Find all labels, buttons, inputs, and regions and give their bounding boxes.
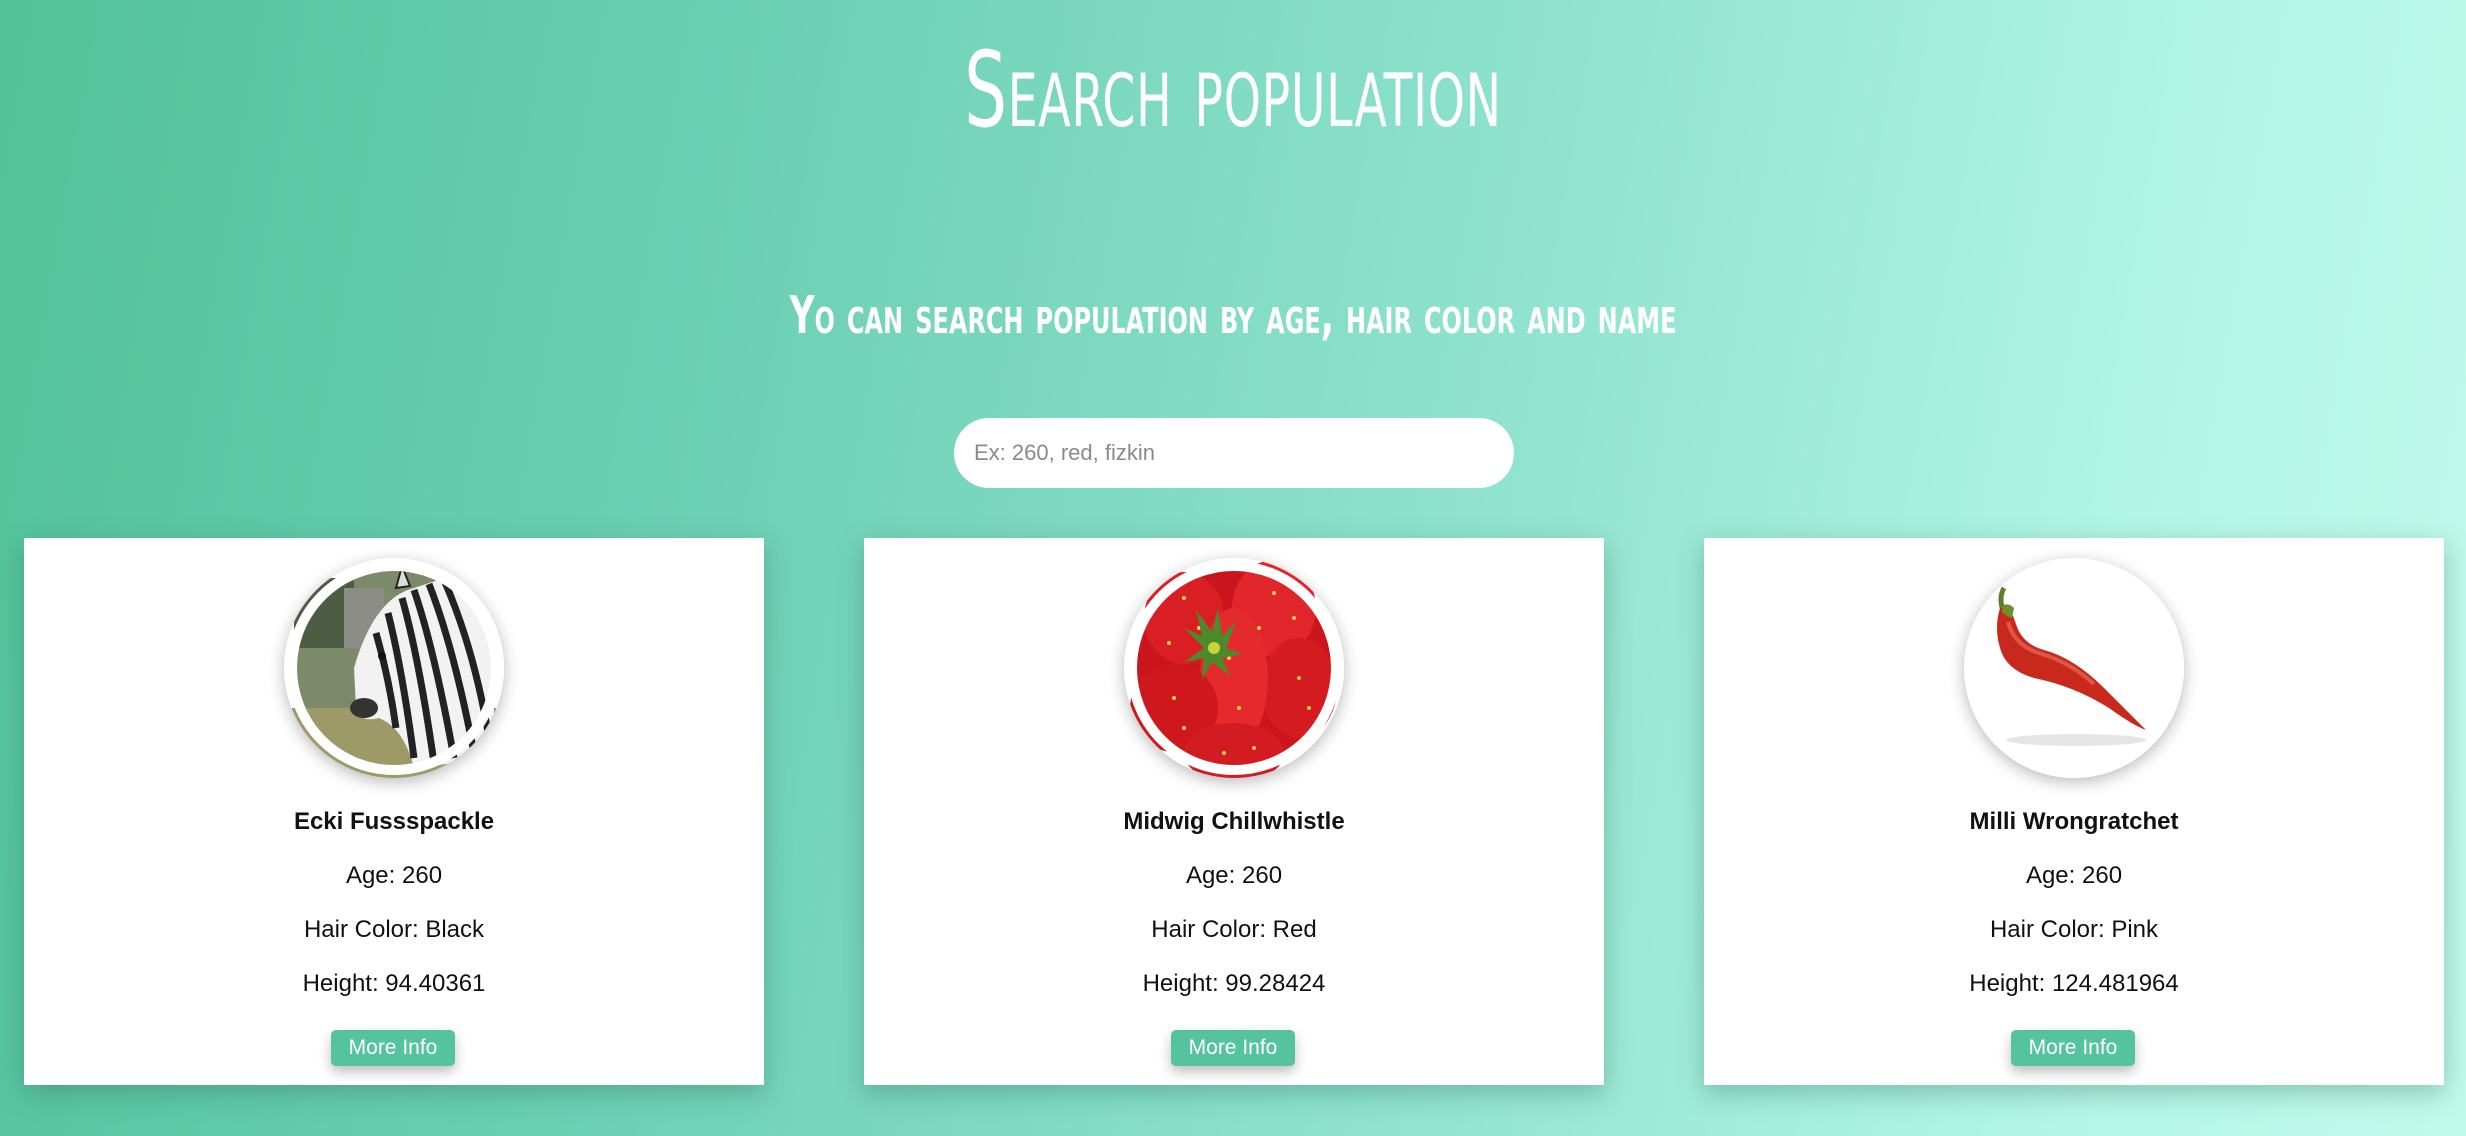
chili-pepper-photo [1964, 558, 2184, 778]
strawberries-photo [1124, 558, 1344, 778]
page-subtitle: Yo can search population by age, hair co… [789, 286, 1677, 346]
more-info-button[interactable]: More Info [331, 1030, 455, 1066]
zebra-photo [284, 558, 504, 778]
person-name: Ecki Fussspackle [293, 808, 495, 835]
person-name: Milli Wrongratchet [1969, 808, 2179, 835]
more-info-button[interactable]: More Info [2011, 1030, 2135, 1066]
person-age: Age: 260 [2025, 862, 2123, 889]
person-age: Age: 260 [345, 862, 443, 889]
search-input[interactable] [954, 418, 1514, 488]
person-height: Height: 99.28424 [1142, 970, 1326, 997]
population-card: Midwig Chillwhistle Age: 260 Hair Color:… [864, 538, 1604, 1085]
avatar [1964, 558, 2184, 778]
page-title: Search population [964, 29, 1502, 151]
person-hair-color: Hair Color: Pink [1989, 916, 2159, 943]
avatar [284, 558, 504, 778]
person-height: Height: 124.481964 [1969, 970, 2179, 997]
person-name: Midwig Chillwhistle [1123, 808, 1345, 835]
person-age: Age: 260 [1185, 862, 1283, 889]
person-hair-color: Hair Color: Black [303, 916, 485, 943]
more-info-button[interactable]: More Info [1171, 1030, 1295, 1066]
person-hair-color: Hair Color: Red [1151, 916, 1317, 943]
person-height: Height: 94.40361 [302, 970, 486, 997]
population-card: Milli Wrongratchet Age: 260 Hair Color: … [1704, 538, 2444, 1085]
population-card: Ecki Fussspackle Age: 260 Hair Color: Bl… [24, 538, 764, 1085]
avatar [1124, 558, 1344, 778]
